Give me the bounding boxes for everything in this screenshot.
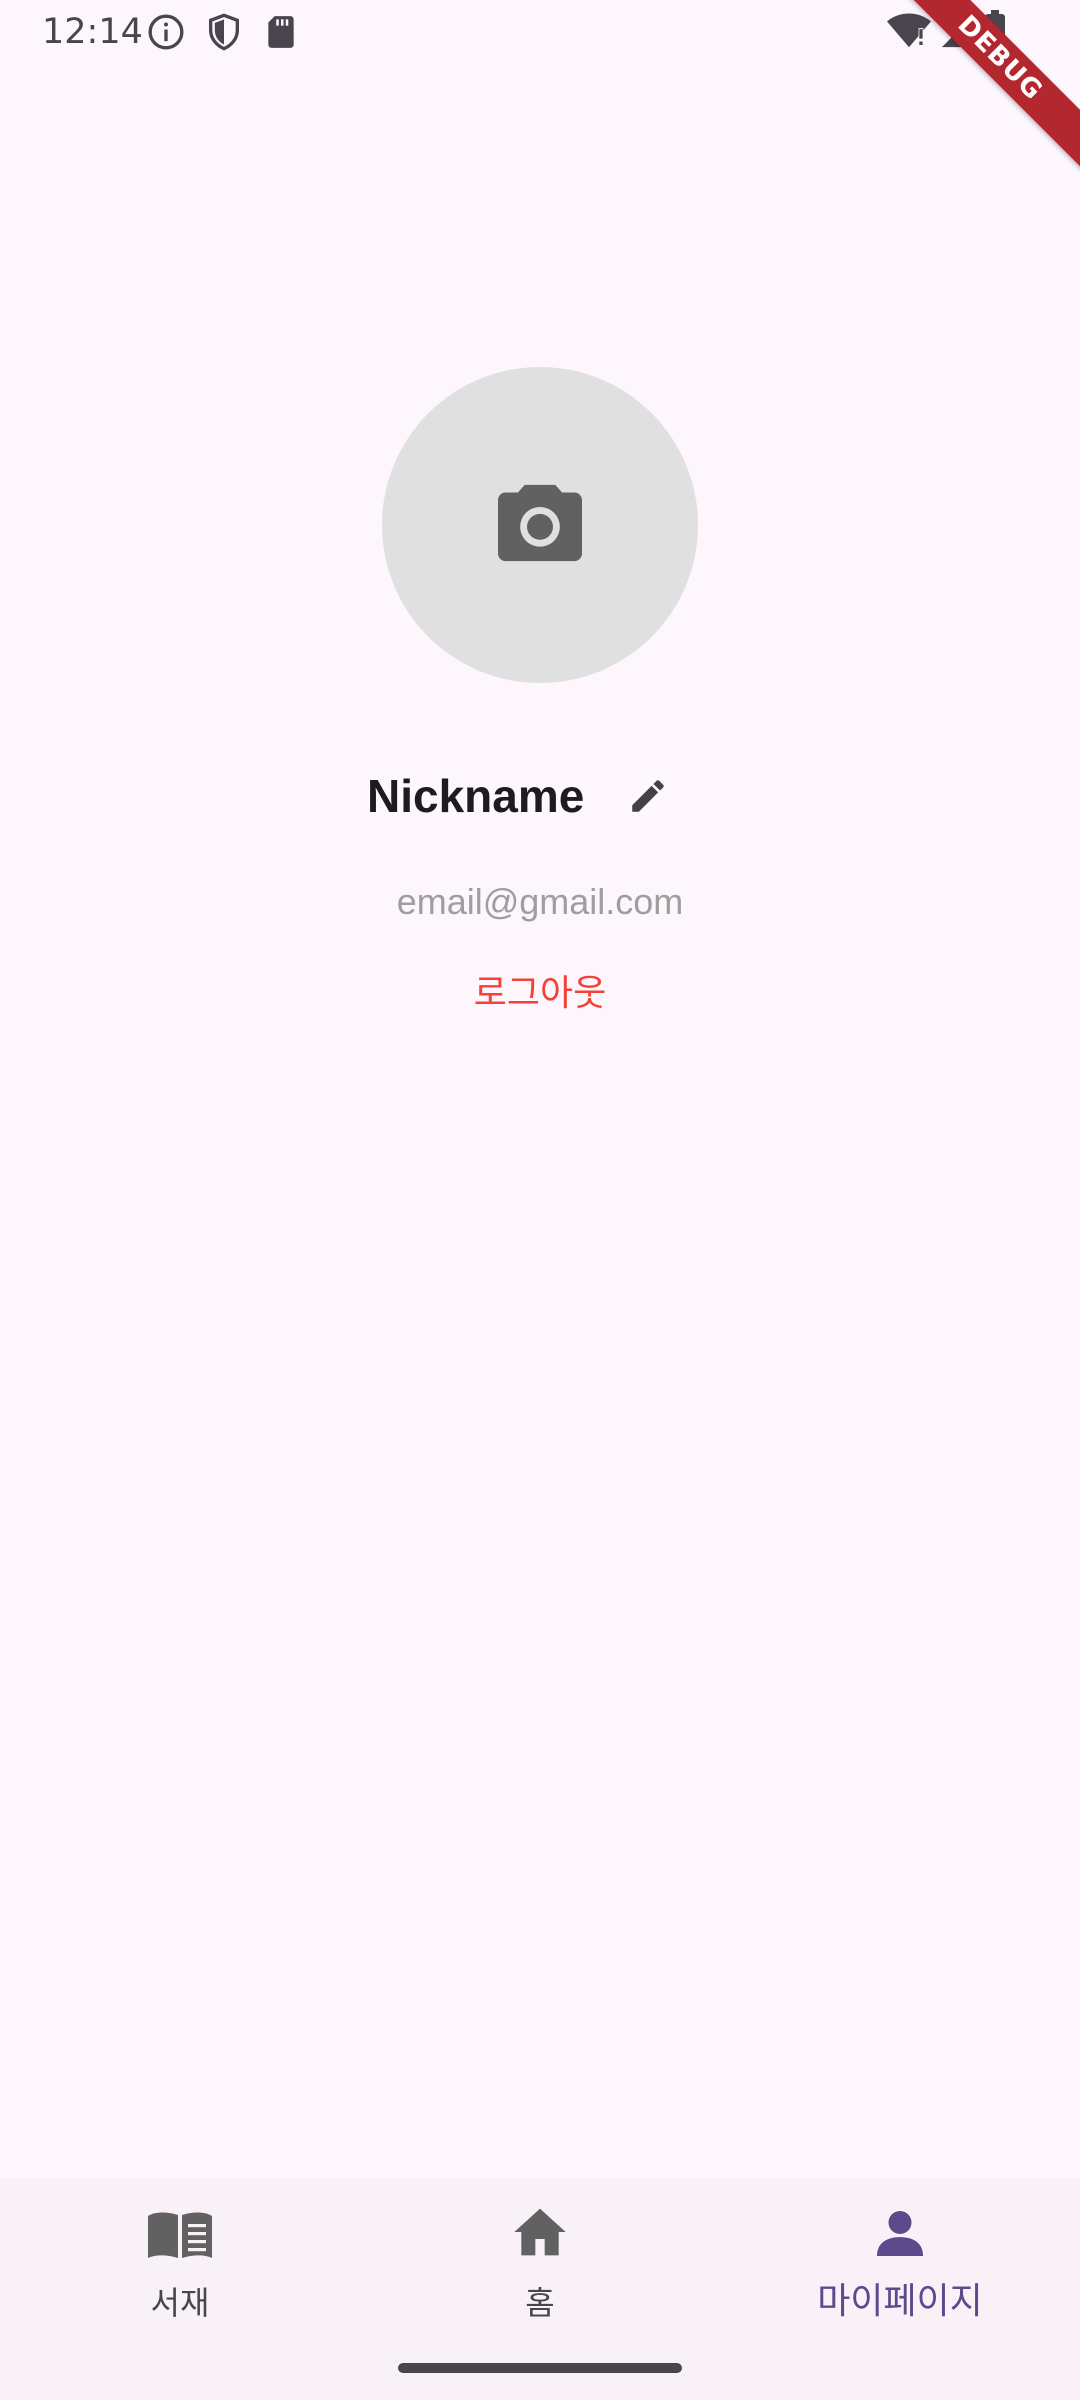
nav-item-home[interactable]: 홈 [360, 2178, 720, 2338]
wifi-icon [886, 10, 932, 54]
nav-label-mypage: 마이페이지 [817, 2281, 983, 2322]
camera-icon [494, 481, 586, 569]
person-icon [874, 2210, 926, 2260]
sd-card-icon [262, 12, 300, 56]
home-indicator [398, 2363, 682, 2373]
pencil-icon [627, 775, 669, 821]
status-time: 12:14 [42, 12, 143, 52]
nav-label-home: 홈 [525, 2284, 555, 2322]
nav-label-library: 서재 [150, 2284, 210, 2322]
nickname-row: Nickname [0, 762, 1080, 832]
nickname-text: Nickname [367, 770, 585, 822]
logout-button[interactable]: 로그아웃 [440, 964, 640, 1024]
profile-avatar-button[interactable] [382, 367, 698, 683]
edit-nickname-button[interactable] [622, 772, 674, 824]
my-page-screen: 12:14 DEBUG Nickname email@gmail.com 로그아… [0, 0, 1080, 2400]
nav-item-library[interactable]: 서재 [0, 2178, 360, 2338]
home-icon [512, 2206, 568, 2262]
status-bar: 12:14 [0, 0, 1080, 64]
nav-item-mypage[interactable]: 마이페이지 [720, 2178, 1080, 2338]
email-text: email@gmail.com [396, 881, 684, 922]
book-icon [148, 2210, 212, 2264]
info-icon [146, 12, 186, 56]
shield-icon [204, 12, 244, 56]
